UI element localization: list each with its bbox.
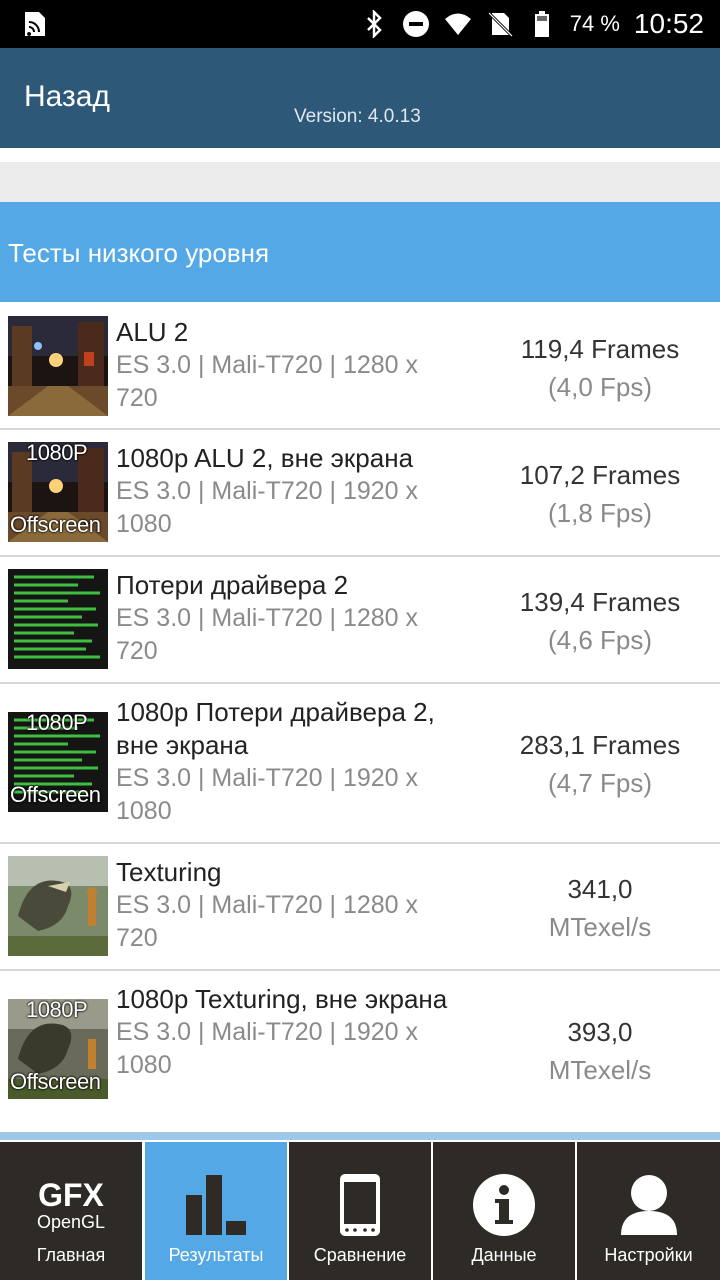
texturing-offscreen-thumbnail: 1080P Offscreen — [8, 999, 108, 1099]
test-subtitle: ES 3.0 | Mali-T720 | 1280 x 720 — [116, 351, 419, 412]
opengl-logo-text: OpenGL — [36, 1212, 106, 1232]
test-title: 1080p Потери драйвера 2, вне экрана — [116, 697, 435, 760]
score-unit: (4,7 Fps) — [547, 768, 653, 798]
nav-divider — [0, 1132, 720, 1140]
test-subtitle: ES 3.0 | Mali-T720 | 1280 x 720 — [116, 604, 419, 665]
gfx-logo-text: GFX — [38, 1177, 104, 1213]
back-button[interactable]: Назад — [24, 80, 110, 114]
test-title: 1080p ALU 2, вне экрана — [116, 443, 414, 473]
section-title: Тесты низкого уровня — [8, 238, 270, 268]
battery-icon — [534, 11, 549, 37]
battery-percent: 74 % — [569, 11, 620, 36]
status-bar: 74 % 10:52 — [0, 0, 720, 48]
nav-settings[interactable]: Настройки — [577, 1142, 720, 1280]
badge-1080p: 1080P — [26, 999, 88, 1022]
nav-info[interactable]: Данные — [433, 1142, 575, 1280]
test-subtitle: ES 3.0 | Mali-T720 | 1920 x 1080 — [116, 1018, 419, 1079]
test-row-driver[interactable]: Потери драйвера 2 ES 3.0 | Mali-T720 | 1… — [0, 557, 720, 684]
phone-icon — [289, 1170, 431, 1240]
test-title: 1080p Texturing, вне экрана — [116, 984, 448, 1014]
nav-label: Сравнение — [313, 1245, 407, 1265]
score-value: 393,0 — [567, 1017, 633, 1047]
alu-thumbnail — [8, 316, 108, 416]
score-value: 283,1 Frames — [519, 730, 681, 760]
score-unit: (1,8 Fps) — [547, 498, 653, 528]
nav-label: Настройки — [604, 1245, 693, 1265]
score-unit: (4,0 Fps) — [547, 372, 653, 402]
nav-home[interactable]: GFX OpenGL Главная — [0, 1142, 142, 1280]
test-subtitle: ES 3.0 | Mali-T720 | 1920 x 1080 — [116, 764, 419, 825]
do-not-disturb-icon — [402, 11, 429, 37]
test-row-texturing-offscreen[interactable]: 1080P Offscreen 1080p Texturing, вне экр… — [0, 971, 720, 1131]
gfx-logo-icon: GFX OpenGL — [0, 1176, 142, 1236]
version-label: Version: 4.0.13 — [294, 106, 421, 127]
badge-1080p: 1080P — [26, 712, 88, 735]
nav-label: Данные — [471, 1245, 537, 1265]
nav-label: Главная — [36, 1245, 106, 1265]
test-row-alu-offscreen[interactable]: 1080P Offscreen 1080p ALU 2, вне экрана … — [0, 430, 720, 557]
score-value: 139,4 Frames — [519, 587, 681, 617]
test-subtitle: ES 3.0 | Mali-T720 | 1280 x 720 — [116, 891, 419, 952]
score-value: 107,2 Frames — [519, 460, 681, 490]
driver-overhead-thumbnail — [8, 569, 108, 669]
clock: 10:52 — [633, 8, 704, 39]
test-title: ALU 2 — [116, 317, 189, 347]
test-row-texturing[interactable]: Texturing ES 3.0 | Mali-T720 | 1280 x 72… — [0, 844, 720, 971]
test-subtitle: ES 3.0 | Mali-T720 | 1920 x 1080 — [116, 477, 419, 538]
badge-offscreen: Offscreen — [10, 1069, 101, 1094]
driver-overhead-offscreen-thumbnail: 1080P Offscreen — [8, 712, 108, 812]
nav-compare[interactable]: Сравнение — [289, 1142, 431, 1280]
score-unit: MTexel/s — [548, 912, 652, 942]
texturing-thumbnail — [8, 856, 108, 956]
score-value: 119,4 Frames — [520, 334, 680, 364]
header-spacer — [0, 148, 720, 162]
user-icon — [577, 1170, 720, 1240]
no-sim-icon — [487, 11, 513, 38]
bottom-navigation: GFX OpenGL Главная Результаты Сравнение … — [0, 1132, 720, 1280]
badge-offscreen: Offscreen — [10, 512, 101, 537]
test-title: Потери драйвера 2 — [116, 570, 349, 600]
filter-bar — [0, 162, 720, 202]
bar-chart-icon — [145, 1170, 287, 1240]
nav-results[interactable]: Результаты — [145, 1142, 287, 1280]
badge-1080p: 1080P — [26, 442, 88, 465]
nav-label: Результаты — [168, 1245, 264, 1265]
wifi-icon — [444, 13, 471, 35]
app-header: Назад Version: 4.0.13 — [0, 48, 720, 148]
alu-offscreen-thumbnail: 1080P Offscreen — [8, 442, 108, 542]
test-title: Texturing — [116, 857, 222, 887]
bluetooth-icon — [366, 10, 382, 38]
score-unit: (4,6 Fps) — [547, 625, 653, 655]
results-list: ALU 2 ES 3.0 | Mali-T720 | 1280 x 720 11… — [0, 302, 720, 1131]
test-row-driver-offscreen[interactable]: 1080P Offscreen 1080p Потери драйвера 2,… — [0, 684, 720, 844]
notification-icon — [25, 12, 45, 36]
section-header: Тесты низкого уровня — [0, 202, 720, 302]
info-icon — [433, 1170, 575, 1240]
score-unit: MTexel/s — [548, 1055, 652, 1085]
score-value: 341,0 — [567, 874, 633, 904]
test-row-alu[interactable]: ALU 2 ES 3.0 | Mali-T720 | 1280 x 720 11… — [0, 302, 720, 430]
badge-offscreen: Offscreen — [10, 782, 101, 807]
